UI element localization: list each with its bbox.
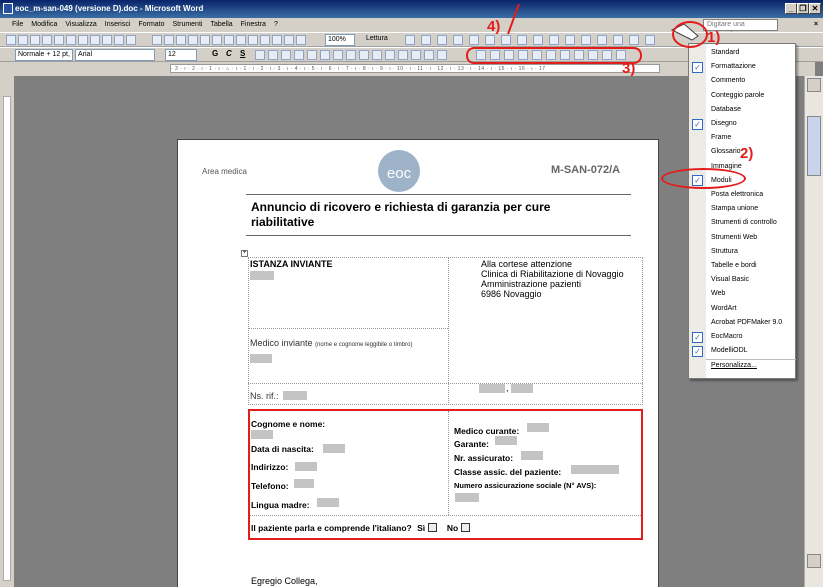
annotation-circle-1 — [672, 21, 708, 48]
annotation-label-4: 4) — [487, 18, 501, 35]
annotation-arrow-4 — [507, 3, 520, 35]
annotation-label-2: 2) — [740, 145, 754, 162]
annotation-label-1: 1) — [707, 29, 721, 46]
annotation-overlay — [507, 3, 699, 41]
annotation-label-3: 3) — [622, 60, 636, 77]
annotation-oval-2 — [661, 168, 746, 189]
annotation-oval-3 — [466, 47, 642, 64]
